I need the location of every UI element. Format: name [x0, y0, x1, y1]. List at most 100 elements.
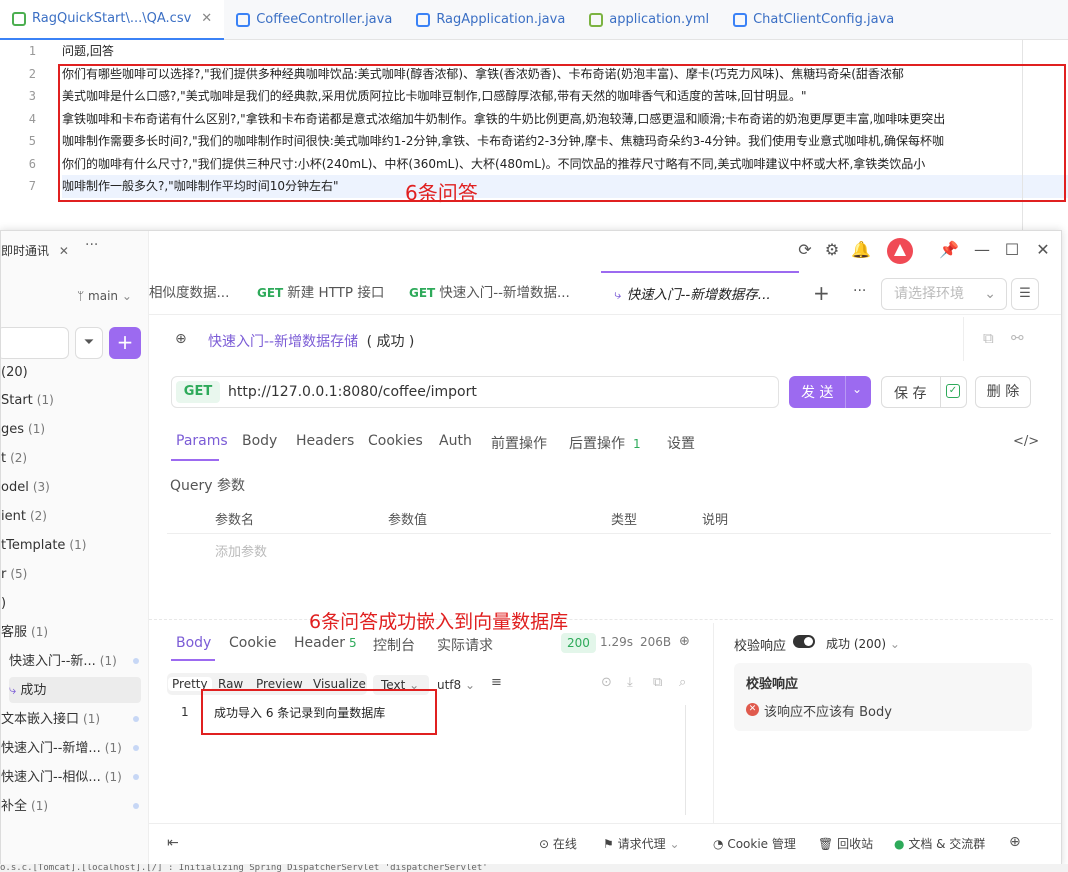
close-icon[interactable]: ✕: [201, 11, 212, 26]
share-icon[interactable]: ⚯: [1011, 329, 1024, 347]
sidebar-item[interactable]: 快速入门--新... (1): [9, 648, 148, 674]
save-button[interactable]: 保 存 ✓: [881, 376, 967, 408]
environment-select[interactable]: 请选择环境 ⌄: [881, 278, 1007, 310]
response-tab[interactable]: 实际请求: [437, 635, 493, 655]
refresh-icon[interactable]: ⟳: [796, 241, 814, 259]
sidebar-item[interactable]: 快速入门--新增... (1): [1, 735, 148, 761]
response-tab[interactable]: Header 5: [294, 635, 357, 651]
bell-icon[interactable]: 🔔: [851, 241, 871, 259]
add-param-input[interactable]: 添加参数: [215, 541, 267, 560]
docs-button[interactable]: ● 文档 & 交流群: [894, 835, 985, 852]
sidebar-item[interactable]: 文本嵌入接口 (1): [1, 706, 148, 732]
editor-tab[interactable]: CoffeeController.java: [224, 0, 404, 40]
sidebar-item[interactable]: Start (1): [1, 387, 148, 413]
maximize-icon[interactable]: ☐: [1003, 241, 1021, 259]
request-tab[interactable]: Body: [242, 433, 277, 449]
pin-icon[interactable]: 📌: [939, 241, 959, 259]
check-icon[interactable]: ✓: [946, 384, 960, 398]
copy-icon[interactable]: ⧉: [983, 329, 994, 347]
method-select[interactable]: GET: [176, 381, 220, 403]
editor-tab[interactable]: ChatClientConfig.java: [721, 0, 906, 40]
avatar[interactable]: [887, 238, 913, 264]
sidebar-item[interactable]: 客服 (1): [1, 619, 148, 645]
chevron-down-icon[interactable]: ⌄: [852, 382, 862, 396]
search-icon[interactable]: ⌕: [679, 675, 686, 690]
sidebar-item[interactable]: ): [1, 590, 148, 616]
sidebar-item[interactable]: 快速入门--相似... (1): [1, 764, 148, 790]
tab-similarity[interactable]: 相似度数据...: [149, 271, 229, 315]
minimize-icon[interactable]: —: [973, 241, 991, 259]
sidebar-item[interactable]: ges (1): [1, 416, 148, 442]
editor-tab[interactable]: application.yml: [577, 0, 721, 40]
scrollbar[interactable]: [685, 705, 697, 815]
request-tab[interactable]: 设置: [667, 433, 695, 453]
branch-selector[interactable]: ᛘ main ⌄: [77, 289, 132, 303]
console-strip: o.s.c.[Tomcat].[localhost].[/] : Initial…: [0, 864, 1068, 872]
editor-tab[interactable]: RagQuickStart\...\QA.csv ✕: [0, 0, 225, 40]
sidebar-item[interactable]: odel (3): [1, 474, 148, 500]
globe-icon[interactable]: ⊕: [679, 634, 690, 649]
scroll-up-icon[interactable]: ⊙: [601, 675, 612, 690]
sidebar-item[interactable]: ⤷ 成功: [9, 677, 141, 703]
copy-icon[interactable]: ⧉: [653, 675, 662, 690]
trash-button[interactable]: 🗑 回收站: [818, 835, 873, 852]
editor-tab-label: ChatClientConfig.java: [753, 12, 895, 27]
editor-tab-label: application.yml: [609, 12, 710, 27]
add-tab-icon[interactable]: +: [813, 281, 830, 305]
validate-status-select[interactable]: 成功 (200) ⌄: [826, 635, 900, 652]
filter-icon[interactable]: ⏷: [75, 327, 103, 359]
url-input[interactable]: http://127.0.0.1:8080/coffee/import: [228, 377, 477, 407]
param-column-header: 参数名: [215, 513, 255, 528]
sidebar-item[interactable]: ient (2): [1, 503, 148, 529]
sidebar-item[interactable]: r (5): [1, 561, 148, 587]
cookie-button[interactable]: ◔ Cookie 管理: [713, 835, 796, 852]
gear-icon[interactable]: ⚙: [823, 241, 841, 259]
validate-toggle[interactable]: [793, 635, 815, 648]
upload-icon[interactable]: ⊕: [1009, 834, 1021, 850]
request-tab[interactable]: Headers: [296, 433, 354, 449]
tabs-more-icon[interactable]: ···: [853, 283, 866, 299]
send-button[interactable]: 发 送 ⌄: [789, 376, 871, 408]
response-tab[interactable]: Cookie: [229, 635, 277, 651]
validate-title: 校验响应: [746, 677, 799, 692]
response-tab[interactable]: Body: [176, 635, 211, 651]
cookie-icon: ◔: [713, 837, 724, 851]
code-icon[interactable]: </>: [1013, 434, 1039, 449]
sidebar-item[interactable]: 补全 (1): [1, 793, 148, 819]
more-icon[interactable]: ···: [85, 237, 98, 253]
online-status[interactable]: ⊙ 在线: [539, 835, 577, 852]
request-tab[interactable]: Cookies: [368, 433, 423, 449]
line-number: 1: [28, 44, 36, 58]
request-tab[interactable]: Params: [176, 433, 228, 449]
code-line[interactable]: 问题,回答: [62, 40, 1068, 63]
editor-tab[interactable]: RagApplication.java: [404, 0, 577, 40]
request-tab[interactable]: Auth: [439, 433, 472, 449]
tab-new-http[interactable]: GET 新建 HTTP 接口: [257, 271, 384, 315]
window-tab-label: 即时通讯: [1, 244, 50, 258]
menu-icon[interactable]: ☰: [1011, 278, 1039, 310]
case-status: ( 成功 ): [366, 334, 415, 350]
sidebar-item[interactable]: tTemplate (1): [1, 532, 148, 558]
case-title: 快速入门--新增数据存储: [208, 334, 359, 350]
tab-quickstart-add[interactable]: GET 快速入门--新增数据...: [409, 271, 570, 315]
add-button[interactable]: +: [109, 327, 141, 359]
tab-quickstart-active[interactable]: ⤷ 快速入门--新增数据存...: [601, 271, 799, 315]
search-input[interactable]: [1, 327, 69, 359]
window-close-icon[interactable]: ✕: [1034, 241, 1052, 259]
delete-button[interactable]: 删 除: [975, 376, 1031, 408]
download-icon[interactable]: ⤓: [627, 675, 633, 690]
response-tab[interactable]: 控制台: [373, 635, 415, 655]
window-tab[interactable]: 即时通讯 ✕: [1, 239, 69, 263]
url-bar[interactable]: GET http://127.0.0.1:8080/coffee/import: [171, 376, 779, 408]
close-icon[interactable]: ✕: [59, 244, 69, 258]
wrap-icon[interactable]: ≡: [491, 675, 502, 690]
sidebar-item[interactable]: t (2): [1, 445, 148, 471]
case-icon: ⤷: [9, 683, 21, 698]
request-tab[interactable]: 后置操作 1: [569, 433, 641, 453]
sidebar-item-count: (1): [69, 538, 87, 552]
encoding-select[interactable]: utf8 ⌄: [433, 675, 483, 695]
collapse-icon[interactable]: ⇤: [167, 835, 179, 851]
request-tab[interactable]: 前置操作: [491, 433, 547, 453]
proxy-button[interactable]: ⚑ 请求代理 ⌄: [603, 835, 680, 852]
sidebar-item[interactable]: (20): [1, 359, 148, 385]
